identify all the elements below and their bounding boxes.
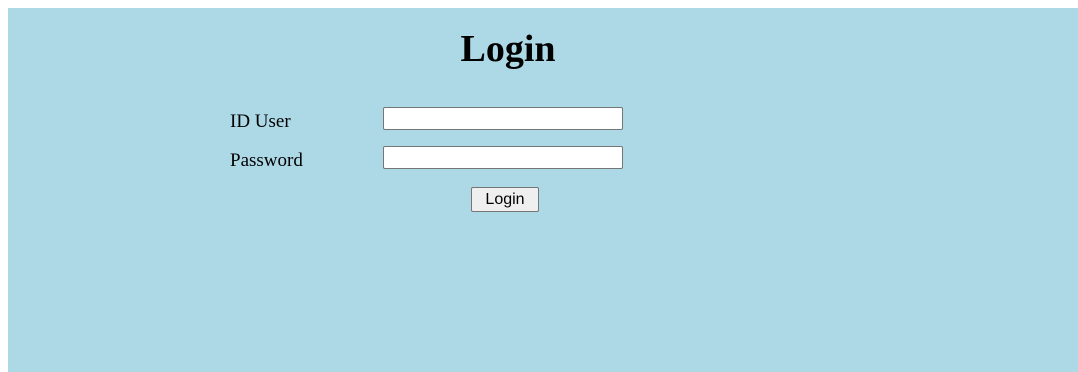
password-label: Password: [230, 150, 303, 171]
password-input[interactable]: [383, 146, 623, 169]
page-title: Login: [460, 28, 556, 70]
login-button[interactable]: Login: [471, 187, 539, 212]
login-page: Login ID User Password Login: [8, 8, 1078, 372]
user-id-input[interactable]: [383, 107, 623, 130]
user-id-label: ID User: [230, 111, 291, 132]
